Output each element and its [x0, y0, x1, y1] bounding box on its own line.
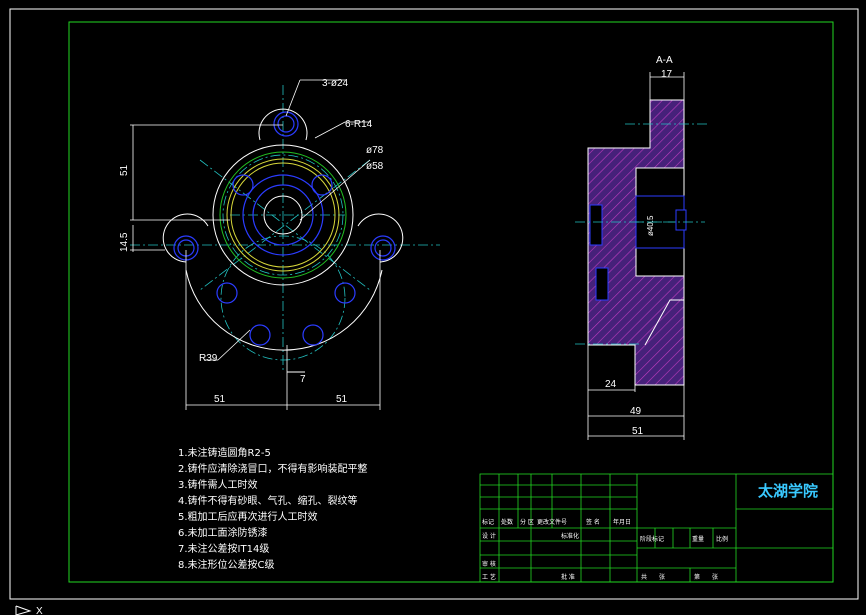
tb-review: 审 核	[482, 560, 496, 568]
sheet-border	[9, 8, 859, 600]
note-3: 3.铸件需人工时效	[178, 478, 258, 491]
front-view[interactable]: 3-ø24 6-R14 ø78 ø58 51 14.5 R39 7 51 51	[119, 78, 440, 410]
technical-notes: 1.未注铸造圆角R2-5 2.铸件应清除浇冒口，不得有影响装配平整 3.铸件需人…	[178, 446, 368, 571]
dim-r39: R39	[199, 353, 218, 364]
sect-dim-bore: ø40.5	[646, 215, 655, 236]
ucs-icon: X	[15, 605, 43, 615]
dim-51-right: 51	[336, 394, 348, 405]
dim-radius-r14: 6-R14	[345, 119, 373, 130]
dim-dia78: ø78	[366, 145, 384, 156]
tb-scale: 比例	[716, 535, 728, 543]
tb-sheet-no: 第 张	[694, 573, 718, 581]
dim-51-left: 51	[214, 394, 226, 405]
note-6: 6.未加工面涂防锈漆	[178, 526, 268, 539]
tb-date: 年月日	[613, 518, 631, 526]
section-label: A-A	[656, 55, 673, 66]
dim-51-vertical: 51	[119, 164, 130, 176]
tb-standard: 标准化	[561, 532, 579, 540]
tb-zone: 分 区	[520, 518, 534, 526]
tb-designer: 设 计	[482, 532, 496, 540]
tb-process: 工 艺	[482, 573, 496, 581]
tb-doc-no: 更改文件号	[537, 518, 567, 526]
drawing-canvas[interactable]: 3-ø24 6-R14 ø78 ø58 51 14.5 R39 7 51 51 …	[0, 0, 866, 615]
tb-sheets: 共 张	[641, 573, 665, 581]
note-1: 1.未注铸造圆角R2-5	[178, 446, 271, 459]
note-7: 7.未注公差按IT14级	[178, 542, 269, 555]
sect-dim-49: 49	[630, 406, 642, 417]
dim-14-5: 14.5	[119, 232, 130, 252]
sect-dim-24: 24	[605, 379, 617, 390]
tb-weight: 重量	[692, 535, 704, 543]
sect-dim-17: 17	[661, 69, 673, 80]
dim-dia58: ø58	[366, 161, 384, 172]
note-4: 4.铸件不得有砂眼、气孔、缩孔、裂纹等	[178, 494, 358, 507]
school-name: 太湖学院	[758, 482, 818, 500]
tb-sign: 签 名	[586, 518, 600, 526]
tb-approve: 批 准	[561, 573, 575, 581]
dim-holes: 3-ø24	[322, 78, 349, 89]
note-5: 5.粗加工后应再次进行人工时效	[178, 510, 318, 523]
note-8: 8.未注形位公差按C级	[178, 558, 275, 571]
title-block[interactable]: 太湖学院 标记 处数 分 区 更改文件号 签 名 年月日 设 计 标准化 审 核…	[479, 473, 834, 583]
section-view-aa[interactable]: A-A 17 ø40.5 24 49 51	[575, 55, 710, 440]
dim-7: 7	[300, 374, 306, 385]
tb-count: 处数	[501, 518, 513, 526]
tb-stage-mark: 阶段标记	[640, 535, 664, 543]
note-2: 2.铸件应清除浇冒口，不得有影响装配平整	[178, 462, 368, 475]
tb-mark: 标记	[482, 518, 494, 526]
sect-dim-51: 51	[632, 426, 644, 437]
ucs-x-label: X	[36, 606, 43, 615]
